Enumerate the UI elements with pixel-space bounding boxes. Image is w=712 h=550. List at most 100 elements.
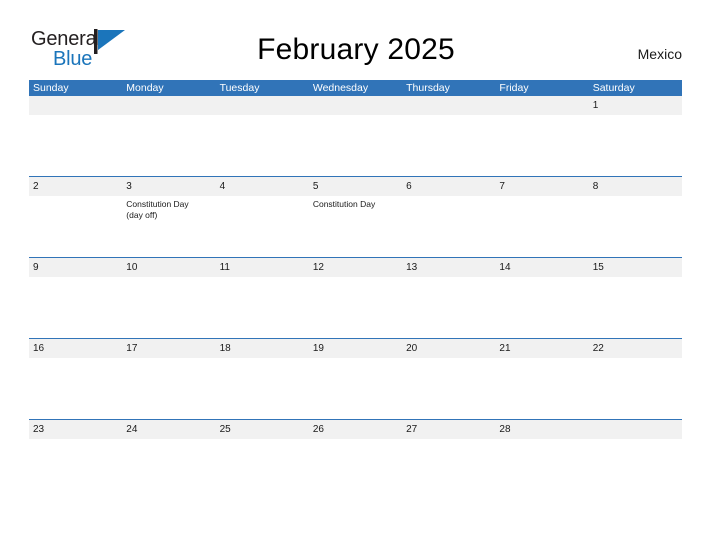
day-cell[interactable] — [402, 439, 495, 499]
day-number[interactable]: 25 — [216, 420, 309, 439]
day-number[interactable]: 24 — [122, 420, 215, 439]
day-cell[interactable] — [495, 439, 588, 499]
day-events-band — [29, 358, 682, 418]
day-events-band — [29, 115, 682, 175]
day-number-empty — [402, 96, 495, 115]
day-cell[interactable] — [122, 439, 215, 499]
day-cell[interactable] — [216, 439, 309, 499]
day-cell[interactable] — [216, 196, 309, 256]
day-cell[interactable] — [402, 115, 495, 175]
day-number-empty — [216, 96, 309, 115]
day-number[interactable]: 7 — [495, 177, 588, 196]
calendar-week-row: 2 3 4 5 6 7 8 Constitution Day (day off) Constitu… — [29, 177, 682, 258]
weekday-header-friday: Friday — [499, 82, 529, 94]
page-header: General Blue February 2025 Mexico — [0, 0, 712, 80]
weekday-header-thursday: Thursday — [406, 82, 450, 94]
day-number[interactable]: 12 — [309, 258, 402, 277]
calendar-week-row: 9 10 11 12 13 14 15 — [29, 258, 682, 339]
day-number[interactable]: 23 — [29, 420, 122, 439]
day-cell[interactable] — [589, 196, 682, 256]
day-number-band: 16 17 18 19 20 21 22 — [29, 339, 682, 358]
day-cell[interactable] — [495, 277, 588, 337]
calendar-week-row: 23 24 25 26 27 28 — [29, 420, 682, 501]
day-cell[interactable] — [29, 358, 122, 418]
calendar-week-row: 16 17 18 19 20 21 22 — [29, 339, 682, 420]
day-cell[interactable]: Constitution Day (day off) — [122, 196, 215, 256]
day-cell[interactable] — [29, 439, 122, 499]
event-label: (day off) — [126, 210, 158, 220]
day-number[interactable]: 9 — [29, 258, 122, 277]
day-cell[interactable] — [589, 115, 682, 175]
day-cell[interactable] — [495, 115, 588, 175]
country-label: Mexico — [637, 46, 682, 62]
day-events-band — [29, 439, 682, 499]
day-cell[interactable] — [495, 358, 588, 418]
day-number-empty — [29, 96, 122, 115]
day-number[interactable]: 3 — [122, 177, 215, 196]
day-number[interactable]: 20 — [402, 339, 495, 358]
day-number[interactable]: 13 — [402, 258, 495, 277]
day-number[interactable]: 27 — [402, 420, 495, 439]
weekday-header-wednesday: Wednesday — [312, 82, 369, 94]
day-number[interactable]: 19 — [309, 339, 402, 358]
weekday-header-saturday: Saturday — [592, 82, 635, 94]
page-title: February 2025 — [257, 33, 455, 66]
calendar-week-row: 1 — [29, 96, 682, 177]
day-cell[interactable] — [122, 277, 215, 337]
day-cell[interactable] — [216, 358, 309, 418]
day-cell[interactable] — [122, 115, 215, 175]
day-cell[interactable] — [216, 115, 309, 175]
day-number[interactable]: 16 — [29, 339, 122, 358]
day-number-empty — [122, 96, 215, 115]
day-number-band: 9 10 11 12 13 14 15 — [29, 258, 682, 277]
day-cell[interactable] — [122, 358, 215, 418]
day-number[interactable]: 14 — [495, 258, 588, 277]
weekday-header-tuesday: Tuesday — [219, 82, 260, 94]
day-number-band: 23 24 25 26 27 28 — [29, 420, 682, 439]
day-cell[interactable] — [589, 439, 682, 499]
day-cell[interactable] — [589, 277, 682, 337]
day-number[interactable]: 4 — [216, 177, 309, 196]
day-number[interactable]: 2 — [29, 177, 122, 196]
day-cell[interactable] — [29, 115, 122, 175]
day-cell[interactable] — [309, 439, 402, 499]
day-cell[interactable] — [402, 358, 495, 418]
day-cell[interactable] — [309, 277, 402, 337]
day-number[interactable]: 18 — [216, 339, 309, 358]
weekday-header-monday: Monday — [126, 82, 164, 94]
day-cell[interactable] — [309, 358, 402, 418]
day-number-empty — [589, 420, 682, 439]
calendar-weeks: 1 2 3 4 5 6 7 8 Constitution Day (day off) Constit… — [29, 96, 682, 501]
day-cell[interactable] — [402, 277, 495, 337]
day-number[interactable]: 15 — [589, 258, 682, 277]
day-number[interactable]: 6 — [402, 177, 495, 196]
day-number[interactable]: 8 — [589, 177, 682, 196]
day-number[interactable]: 26 — [309, 420, 402, 439]
calendar-table: Sunday Monday Tuesday Wednesday Thursday Frid… — [29, 80, 682, 501]
weekday-header-sunday: Sunday — [33, 82, 69, 94]
day-number-empty — [495, 96, 588, 115]
day-number[interactable]: 21 — [495, 339, 588, 358]
day-number-band: 2345678 — [29, 177, 682, 196]
day-number[interactable]: 28 — [495, 420, 588, 439]
day-cell[interactable] — [216, 277, 309, 337]
day-cell[interactable] — [589, 358, 682, 418]
day-events-band — [29, 277, 682, 337]
day-number[interactable]: 1 — [589, 96, 682, 115]
day-number[interactable]: 11 — [216, 258, 309, 277]
day-number[interactable]: 17 — [122, 339, 215, 358]
day-number-empty — [309, 96, 402, 115]
weekday-header-row: Sunday Monday Tuesday Wednesday Thursday Frid… — [29, 80, 682, 96]
day-cell[interactable] — [29, 277, 122, 337]
day-cell[interactable] — [402, 196, 495, 256]
event-label: Constitution Day — [312, 199, 376, 209]
event-label: Constitution Day — [126, 199, 189, 209]
day-number[interactable]: 10 — [122, 258, 215, 277]
day-events-band: Constitution Day (day off) Constitution Da… — [29, 196, 682, 256]
day-cell[interactable] — [29, 196, 122, 256]
day-number[interactable]: 5 — [309, 177, 402, 196]
day-cell[interactable] — [309, 115, 402, 175]
day-cell[interactable]: Constitution Day — [309, 196, 402, 256]
day-number[interactable]: 22 — [589, 339, 682, 358]
day-cell[interactable] — [495, 196, 588, 256]
